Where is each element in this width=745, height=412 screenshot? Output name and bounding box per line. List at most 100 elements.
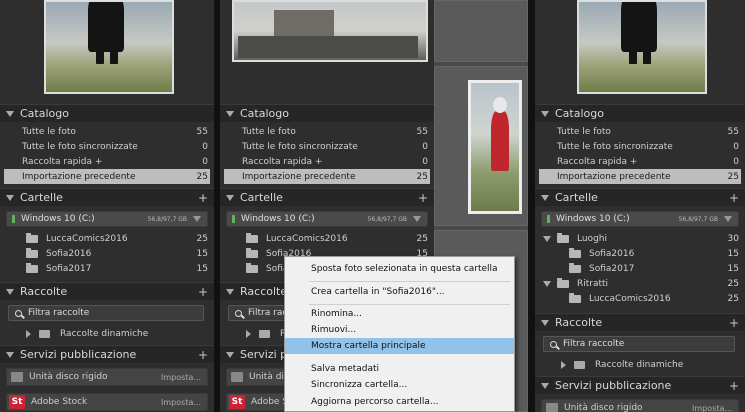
catalog-header[interactable]: Catalogo <box>0 104 214 122</box>
collections-filter-input[interactable]: Filtra raccolte <box>543 336 735 352</box>
setup-link[interactable]: Imposta... <box>161 373 201 382</box>
folder-icon <box>26 232 38 243</box>
add-folder-icon[interactable]: + <box>198 191 208 205</box>
collapse-triangle-icon <box>541 382 549 389</box>
menu-item-save-metadata[interactable]: Salva metadati <box>285 361 514 377</box>
adobe-stock-icon: St <box>229 395 245 409</box>
folder-item[interactable]: Sofia2016 15 <box>4 246 210 261</box>
folder-icon <box>557 277 569 288</box>
volume-bar[interactable]: Windows 10 (C:) 56,8/97,7 GB <box>6 211 208 227</box>
folders-header[interactable]: Cartelle + <box>535 188 745 206</box>
dropdown-icon[interactable] <box>193 216 201 222</box>
photo-thumbnail[interactable] <box>468 80 522 214</box>
volume-status-icon <box>547 215 550 223</box>
expand-triangle-icon[interactable] <box>26 329 31 338</box>
expand-triangle-icon[interactable] <box>543 235 551 242</box>
setup-link[interactable]: Imposta... <box>161 398 201 407</box>
setup-link[interactable]: Imposta... <box>692 404 732 412</box>
collections-filter-input[interactable]: Filtra raccolte <box>8 305 204 321</box>
folder-context-menu: Sposta foto selezionata in questa cartel… <box>284 256 515 412</box>
catalog-item-synced[interactable]: Tutte le foto sincronizzate 0 <box>4 139 210 154</box>
collapse-triangle-icon <box>541 194 549 201</box>
catalog-item-quick-collection[interactable]: Raccolta rapida +0 <box>4 154 210 169</box>
folder-item[interactable]: LuccaComics2016 25 <box>224 231 430 246</box>
smart-collections-item[interactable]: Raccolte dinamiche <box>539 357 741 372</box>
publish-services-header[interactable]: Servizi pubblicazione + <box>535 376 745 394</box>
grid-cell[interactable] <box>434 0 528 62</box>
collapse-triangle-icon <box>6 110 14 117</box>
catalog-item-previous-import[interactable]: Importazione precedente 25 <box>224 169 430 184</box>
expand-triangle-icon[interactable] <box>246 329 251 338</box>
volume-status-icon <box>232 215 235 223</box>
service-hard-drive[interactable]: Unità disco rigido Imposta... <box>6 368 208 386</box>
menu-item-move-photo[interactable]: Sposta foto selezionata in questa cartel… <box>285 261 514 277</box>
search-icon <box>235 309 242 317</box>
collapse-triangle-icon <box>541 319 549 326</box>
smart-collection-icon <box>259 329 270 338</box>
add-folder-icon[interactable]: + <box>418 191 428 205</box>
hard-drive-icon <box>11 372 23 382</box>
catalog-header[interactable]: Catalogo <box>220 104 434 122</box>
collapse-triangle-icon <box>6 288 14 295</box>
add-service-icon[interactable]: + <box>729 379 739 393</box>
menu-item-create-folder[interactable]: Crea cartella in "Sofia2016"... <box>285 284 514 300</box>
collapse-triangle-icon <box>226 351 234 358</box>
folder-icon <box>26 262 38 273</box>
menu-item-show-parent-folder[interactable]: Mostra cartella principale <box>285 338 514 354</box>
publish-services-header[interactable]: Servizi pubblicazione + <box>0 345 214 363</box>
hard-drive-icon <box>546 403 558 412</box>
hard-drive-icon <box>231 372 243 382</box>
catalog-item-all-photos[interactable]: Tutte le foto 55 <box>224 124 430 139</box>
folder-item[interactable]: LuccaComics2016 25 <box>539 291 741 306</box>
collections-header[interactable]: Raccolte + <box>535 313 745 331</box>
menu-item-remove[interactable]: Rimuovi... <box>285 322 514 338</box>
collections-header[interactable]: Raccolte + <box>0 282 214 300</box>
add-collection-icon[interactable]: + <box>198 285 208 299</box>
left-panel-1: Catalogo Tutte le foto 55 Tutte le foto s… <box>0 0 214 412</box>
folder-item-ritratti[interactable]: Ritratti 25 <box>539 276 741 291</box>
folder-item[interactable]: Sofia201715 <box>4 261 210 276</box>
volume-status-icon <box>12 215 15 223</box>
add-folder-icon[interactable]: + <box>729 191 739 205</box>
catalog-item-synced[interactable]: Tutte le foto sincronizzate 0 <box>224 139 430 154</box>
catalog-item-all-photos[interactable]: Tutte le foto 55 <box>539 124 741 139</box>
folders-header[interactable]: Cartelle + <box>0 188 214 206</box>
smart-collections-item[interactable]: Raccolte dinamiche <box>4 326 210 341</box>
folder-item-luoghi[interactable]: Luoghi 30 <box>539 231 741 246</box>
folder-item[interactable]: Sofia2016 15 <box>539 246 741 261</box>
search-icon <box>550 340 557 348</box>
volume-bar[interactable]: Windows 10 (C:) 56,8/97,7 GB <box>226 211 428 227</box>
folders-header[interactable]: Cartelle + <box>220 188 434 206</box>
folder-icon <box>26 247 38 258</box>
catalog-item-previous-import[interactable]: Importazione precedente 25 <box>539 169 741 184</box>
menu-item-sync-folder[interactable]: Sincronizza cartella... <box>285 377 514 393</box>
search-icon <box>15 309 22 317</box>
dropdown-icon[interactable] <box>724 216 732 222</box>
volume-bar[interactable]: Windows 10 (C:) 56,8/97,7 GB <box>541 211 739 227</box>
menu-item-update-folder-location[interactable]: Aggiorna percorso cartella... <box>285 394 514 410</box>
collapse-triangle-icon <box>541 110 549 117</box>
service-hard-drive[interactable]: Unità disco rigido Imposta... <box>541 399 739 412</box>
menu-separator <box>309 281 510 282</box>
folder-icon <box>246 262 258 273</box>
menu-separator <box>309 304 510 305</box>
catalog-item-synced[interactable]: Tutte le foto sincronizzate 0 <box>539 139 741 154</box>
catalog-item-all-photos[interactable]: Tutte le foto 55 <box>4 124 210 139</box>
folder-icon <box>569 247 581 258</box>
catalog-item-previous-import[interactable]: Importazione precedente 25 <box>4 169 210 184</box>
expand-triangle-icon[interactable] <box>561 360 566 369</box>
service-adobe-stock[interactable]: St Adobe Stock Imposta... <box>6 393 208 411</box>
folder-item[interactable]: LuccaComics2016 25 <box>4 231 210 246</box>
menu-item-rename[interactable]: Rinomina... <box>285 306 514 322</box>
folder-item[interactable]: Sofia201715 <box>539 261 741 276</box>
dropdown-icon[interactable] <box>413 216 421 222</box>
catalog-item-quick-collection[interactable]: Raccolta rapida +0 <box>224 154 430 169</box>
catalog-item-quick-collection[interactable]: Raccolta rapida +0 <box>539 154 741 169</box>
add-collection-icon[interactable]: + <box>729 316 739 330</box>
folder-icon <box>246 247 258 258</box>
catalog-header[interactable]: Catalogo <box>535 104 745 122</box>
expand-triangle-icon[interactable] <box>543 280 551 287</box>
collapse-triangle-icon <box>226 288 234 295</box>
collapse-triangle-icon <box>6 351 14 358</box>
add-service-icon[interactable]: + <box>198 348 208 362</box>
